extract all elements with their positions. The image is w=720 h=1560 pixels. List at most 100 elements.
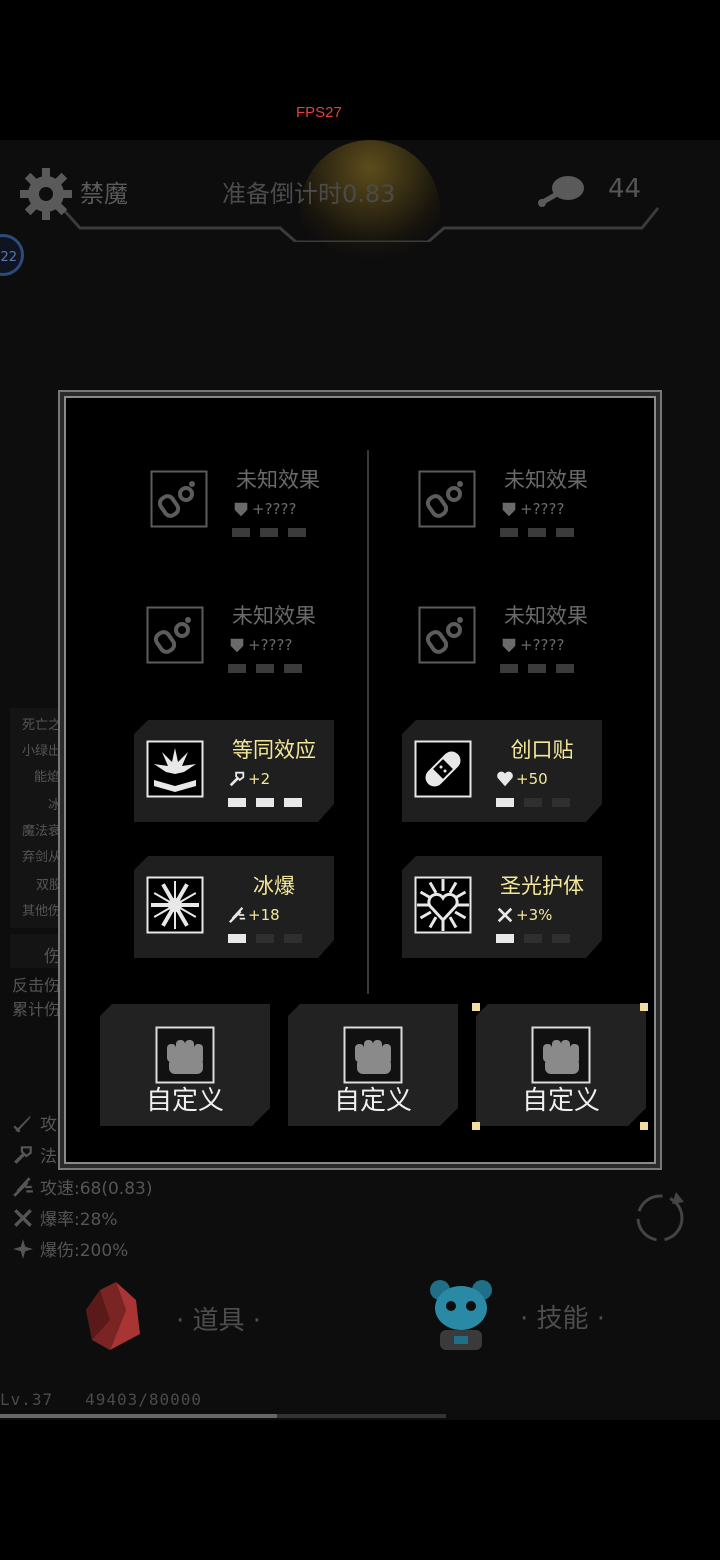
card-level-pips: [500, 528, 574, 537]
side-stat-label: 死亡之: [22, 718, 62, 733]
unknown-dice-icon: [418, 470, 476, 528]
meat-icon: [538, 176, 584, 207]
custom-slot-label: 自定义: [145, 1086, 224, 1116]
side-stat-label: 其他伤: [22, 904, 62, 919]
card-stat-value: +3%: [516, 906, 553, 924]
talent-card-bandage[interactable]: 创口贴 +50: [402, 720, 602, 822]
stat-row: 法: [12, 1142, 57, 1167]
fps-counter: FPS27: [296, 104, 342, 121]
shield-icon: [230, 638, 244, 653]
card-stat-value: +2: [248, 770, 271, 788]
card-stat-value: +18: [248, 906, 280, 924]
selection-handle: [640, 1122, 648, 1130]
tab-skills[interactable]: · 技能 ·: [420, 1272, 680, 1362]
tab-skills-label: · 技能 ·: [520, 1304, 606, 1334]
side-stat-label: 能焰: [34, 770, 61, 785]
stat-row: 爆伤:200%: [12, 1236, 128, 1261]
level-pip: [496, 934, 514, 943]
level-pip: [552, 798, 570, 807]
level-pip: [284, 934, 302, 943]
holy-heart-icon: [414, 876, 472, 934]
side-extra-label: 反击伤: [12, 976, 61, 995]
heart-icon: [497, 771, 513, 787]
card-level-pips: [496, 798, 570, 807]
card-stat-value: +50: [516, 770, 548, 788]
level-label: Lv.37 49403/80000: [0, 1390, 202, 1409]
talent-card-unknown-2[interactable]: 未知效果 +????: [406, 450, 606, 552]
stat-row: 攻: [12, 1110, 57, 1135]
fist-icon: [155, 1026, 215, 1084]
card-stat-value: +????: [520, 636, 565, 654]
crit-rate-icon: [497, 907, 513, 923]
talent-card-holy-light[interactable]: 圣光护体 +3%: [402, 856, 602, 958]
side-stat-label: 双股: [36, 878, 63, 893]
talent-card-equal-effect[interactable]: 等同效应 +2: [134, 720, 334, 822]
stat-text: 法: [40, 1147, 57, 1167]
card-stat: +50: [496, 770, 548, 788]
level-pip: [284, 798, 302, 807]
card-level-pips: [228, 934, 302, 943]
meat-count: 44: [608, 174, 642, 204]
book-burst-icon: [146, 740, 204, 798]
xp-progress-bar: [0, 1414, 446, 1418]
selection-handle: [472, 1122, 480, 1130]
xp-progress-fill: [0, 1414, 277, 1418]
mode-label: 禁魔: [80, 180, 128, 208]
level-pip: [284, 664, 302, 673]
card-name: 未知效果: [232, 604, 316, 628]
stat-row: 攻速:68(0.83): [12, 1174, 152, 1199]
side-stat-label: 冰: [48, 798, 62, 813]
level-pip: [256, 664, 274, 673]
card-level-pips: [228, 798, 302, 807]
custom-slot-2[interactable]: 自定义: [288, 1004, 458, 1126]
level-value: Lv.37: [0, 1390, 54, 1409]
shield-icon: [502, 638, 516, 653]
tab-items[interactable]: · 道具 ·: [80, 1280, 330, 1360]
level-pip: [228, 934, 246, 943]
card-level-pips: [232, 528, 306, 537]
attack-speed-icon: [13, 1176, 33, 1197]
fist-icon: [343, 1026, 403, 1084]
selection-handle: [640, 1003, 648, 1011]
talent-card-unknown-3[interactable]: 未知效果 +????: [134, 586, 334, 688]
gear-icon[interactable]: [18, 166, 74, 222]
card-name: 冰爆: [253, 874, 295, 898]
card-stat: +3%: [496, 906, 552, 924]
robot-bear-icon: [430, 1280, 492, 1350]
level-pip: [524, 798, 542, 807]
talent-card-unknown-1[interactable]: 未知效果 +????: [138, 450, 338, 552]
level-pip: [528, 664, 546, 673]
stat-text: 爆伤:200%: [40, 1241, 129, 1261]
card-stat: +????: [500, 500, 564, 518]
bandage-icon: [414, 740, 472, 798]
card-stat: +????: [500, 636, 564, 654]
level-pip: [524, 934, 542, 943]
custom-slot-1[interactable]: 自定义: [100, 1004, 270, 1126]
selection-handle: [472, 1003, 480, 1011]
card-level-pips: [496, 934, 570, 943]
level-pip: [260, 528, 278, 537]
level-pip: [556, 664, 574, 673]
unknown-dice-icon: [418, 606, 476, 664]
side-stat-label: 小绿出: [22, 744, 62, 759]
talent-card-ice-burst[interactable]: 冰爆 +18: [134, 856, 334, 958]
card-name: 等同效应: [232, 738, 316, 762]
custom-slot-label: 自定义: [333, 1086, 412, 1116]
crit-damage-icon: [13, 1238, 33, 1259]
refresh-icon[interactable]: [630, 1188, 690, 1248]
side-extra-label: 伤: [44, 947, 61, 967]
card-name: 未知效果: [504, 468, 588, 492]
custom-slot-3[interactable]: 自定义: [476, 1004, 646, 1126]
level-pip: [228, 798, 246, 807]
shield-icon: [502, 502, 516, 517]
sword-icon: [13, 1114, 31, 1133]
card-name: 未知效果: [236, 468, 320, 492]
card-stat-value: +????: [520, 500, 565, 518]
countdown-text: 准备倒计时0.83: [222, 180, 396, 208]
level-pip: [552, 934, 570, 943]
side-damage-tab: [10, 934, 70, 968]
talent-card-unknown-4[interactable]: 未知效果 +????: [406, 586, 606, 688]
crit-rate-icon: [14, 1208, 32, 1227]
level-pip: [496, 798, 514, 807]
modal-divider: [367, 450, 369, 994]
